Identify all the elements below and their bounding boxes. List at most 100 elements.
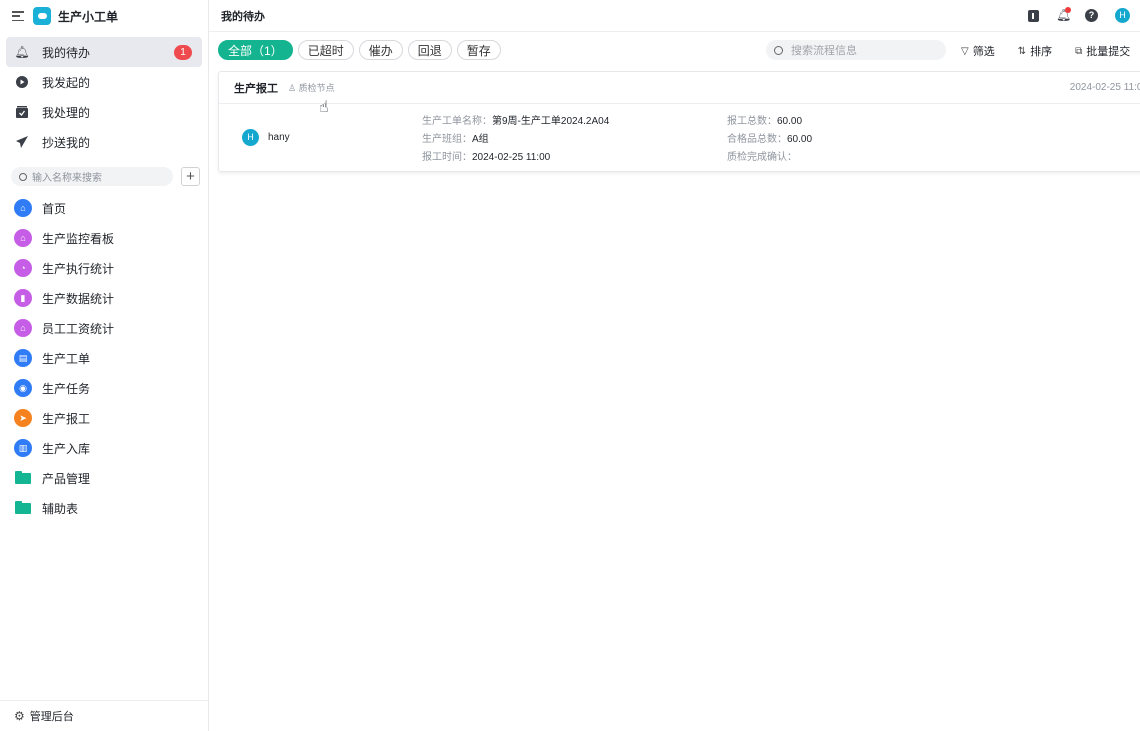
nav-label: 抄送我的 <box>42 135 91 150</box>
filter-label: 筛选 <box>972 46 995 58</box>
submitter-avatar: H <box>242 129 259 146</box>
filter-button[interactable]: ▽ 筛选 <box>961 43 995 59</box>
app-label: 生产工单 <box>42 351 91 366</box>
app-label: 生产执行统计 <box>42 261 115 276</box>
nav-item-handled[interactable]: 我处理的 <box>6 97 202 127</box>
sort-label: 排序 <box>1030 46 1053 58</box>
app-item[interactable]: ◉ 生产任务 <box>0 373 208 403</box>
app-search-input[interactable]: 输入名称来搜索 <box>11 167 173 186</box>
app-item[interactable]: ▮ 生产数据统计 <box>0 283 208 313</box>
app-label: 生产数据统计 <box>42 291 115 306</box>
field-row: 报工时间：2024-02-25 11:00 <box>422 149 609 167</box>
search-placeholder: 输入名称来搜索 <box>32 173 102 184</box>
app-item[interactable]: ▤ 生产工单 <box>0 343 208 373</box>
card-title: 生产报工 <box>234 82 278 95</box>
clipboard-icon: ▥ <box>14 439 32 457</box>
app-label: 生产报工 <box>42 411 91 426</box>
folder-icon <box>15 470 31 484</box>
field-row: 生产工单名称：第9周-生产工单2024.2A04 <box>422 113 609 131</box>
app-title: 生产小工单 <box>58 9 119 24</box>
todo-card[interactable]: 生产报工 ♙ 质检节点 2024-02-25 11:01 H hany 生产工单… <box>218 71 1140 172</box>
batch-icon: ⧉ <box>1075 45 1083 57</box>
home-icon: ⌂ <box>14 199 32 217</box>
nav-item-initiated[interactable]: 我发起的 <box>6 67 202 97</box>
todo-count-badge: 1 <box>174 44 192 60</box>
app-item[interactable]: ⌂ 员工工资统计 <box>0 313 208 343</box>
send-icon <box>16 136 28 148</box>
folder-icon <box>15 500 31 514</box>
process-search-input[interactable]: 搜索流程信息 <box>766 40 946 60</box>
field-label: 生产班组： <box>422 134 472 145</box>
app-label: 生产入库 <box>42 441 91 456</box>
filter-chip[interactable]: 已超时 <box>297 40 354 60</box>
app-label: 生产监控看板 <box>42 231 115 246</box>
field-value: 2024-02-25 11:00 <box>472 152 551 163</box>
sort-button[interactable]: ⇅ 排序 <box>1018 43 1052 59</box>
node-name: 质检节点 <box>298 83 335 93</box>
app-item[interactable]: 产品管理 <box>0 463 208 493</box>
nav-label: 我发起的 <box>42 75 91 90</box>
page-title: 我的待办 <box>221 10 265 23</box>
field-value: A组 <box>472 134 489 145</box>
field-label: 质检完成确认： <box>727 152 797 163</box>
app-label: 产品管理 <box>42 471 91 486</box>
app-item[interactable]: ◔ 生产执行统计 <box>0 253 208 283</box>
filter-chip[interactable]: 催办 <box>358 40 403 60</box>
field-label: 报工时间： <box>422 152 472 163</box>
bar-chart-icon: ▮ <box>14 289 32 307</box>
field-row: 合格品总数：60.00 <box>727 131 812 149</box>
house-user-icon: ⌂ <box>14 319 32 337</box>
menu-toggle-icon[interactable] <box>12 11 24 21</box>
user-avatar[interactable]: H <box>1115 8 1130 23</box>
search-icon <box>19 172 27 181</box>
admin-label: 管理后台 <box>29 711 74 723</box>
submitter-name: hany <box>268 132 290 143</box>
play-circle-icon <box>16 76 28 88</box>
add-app-button[interactable]: + <box>181 167 200 186</box>
funnel-icon: ▽ <box>961 45 969 57</box>
gear-icon: ⚙ <box>14 709 25 723</box>
card-time: 2024-02-25 11:01 <box>1069 82 1140 93</box>
batch-submit-button[interactable]: ⧉ 批量提交 <box>1075 43 1130 59</box>
app-logo-icon <box>33 7 51 25</box>
app-label: 员工工资统计 <box>42 321 115 336</box>
app-label: 生产任务 <box>42 381 91 396</box>
app-item[interactable]: ▥ 生产入库 <box>0 433 208 463</box>
nav-label: 我处理的 <box>42 105 91 120</box>
bell-icon: 🔔︎ <box>14 45 30 59</box>
admin-console-link[interactable]: ⚙ 管理后台 <box>0 700 208 731</box>
node-label: ♙ 质检节点 <box>288 81 335 94</box>
search-icon <box>774 45 783 55</box>
help-icon[interactable]: ? <box>1085 9 1098 22</box>
target-icon: ◉ <box>14 379 32 397</box>
app-item[interactable]: ⌂ 生产监控看板 <box>0 223 208 253</box>
field-value: 第9周-生产工单2024.2A04 <box>492 116 610 127</box>
field-value: 60.00 <box>777 116 803 127</box>
app-item[interactable]: ➤ 生产报工 <box>0 403 208 433</box>
notification-bell-icon[interactable]: 🔔︎ <box>1056 7 1071 22</box>
filter-chip[interactable]: 回退 <box>407 40 452 60</box>
app-item[interactable]: ⌂ 首页 <box>0 193 208 223</box>
send-icon: ➤ <box>14 409 32 427</box>
inbox-check-icon <box>16 106 28 118</box>
app-label: 首页 <box>42 201 67 216</box>
document-icon: ▤ <box>14 349 32 367</box>
filter-chip[interactable]: 暂存 <box>456 40 501 60</box>
pie-chart-icon: ◔ <box>14 259 32 277</box>
nav-item-cc[interactable]: 抄送我的 <box>6 127 202 157</box>
nav-label: 我的待办 <box>42 45 91 60</box>
field-row: 生产班组：A组 <box>422 131 609 149</box>
hand-cursor-icon: ☝ <box>319 99 329 116</box>
batch-label: 批量提交 <box>1086 46 1131 58</box>
field-label: 报工总数： <box>727 116 777 127</box>
notification-dot <box>1065 7 1071 13</box>
filter-chip[interactable]: 全部（1） <box>218 40 293 60</box>
search-placeholder: 搜索流程信息 <box>791 45 857 57</box>
home-icon: ⌂ <box>14 229 32 247</box>
brand: 生产小工单 <box>0 0 208 32</box>
app-item[interactable]: 辅助表 <box>0 493 208 523</box>
main-panel: 我的待办 🔔︎ ? H 全部（1） 已超时 催办 回退 暂存 搜索流程信息 ▽ 筛选 ⇅ 排… <box>209 0 1140 731</box>
field-label: 生产工单名称： <box>422 116 492 127</box>
notebook-icon[interactable] <box>1028 9 1039 22</box>
nav-item-todo[interactable]: 🔔︎ 我的待办 1 <box>6 37 202 67</box>
